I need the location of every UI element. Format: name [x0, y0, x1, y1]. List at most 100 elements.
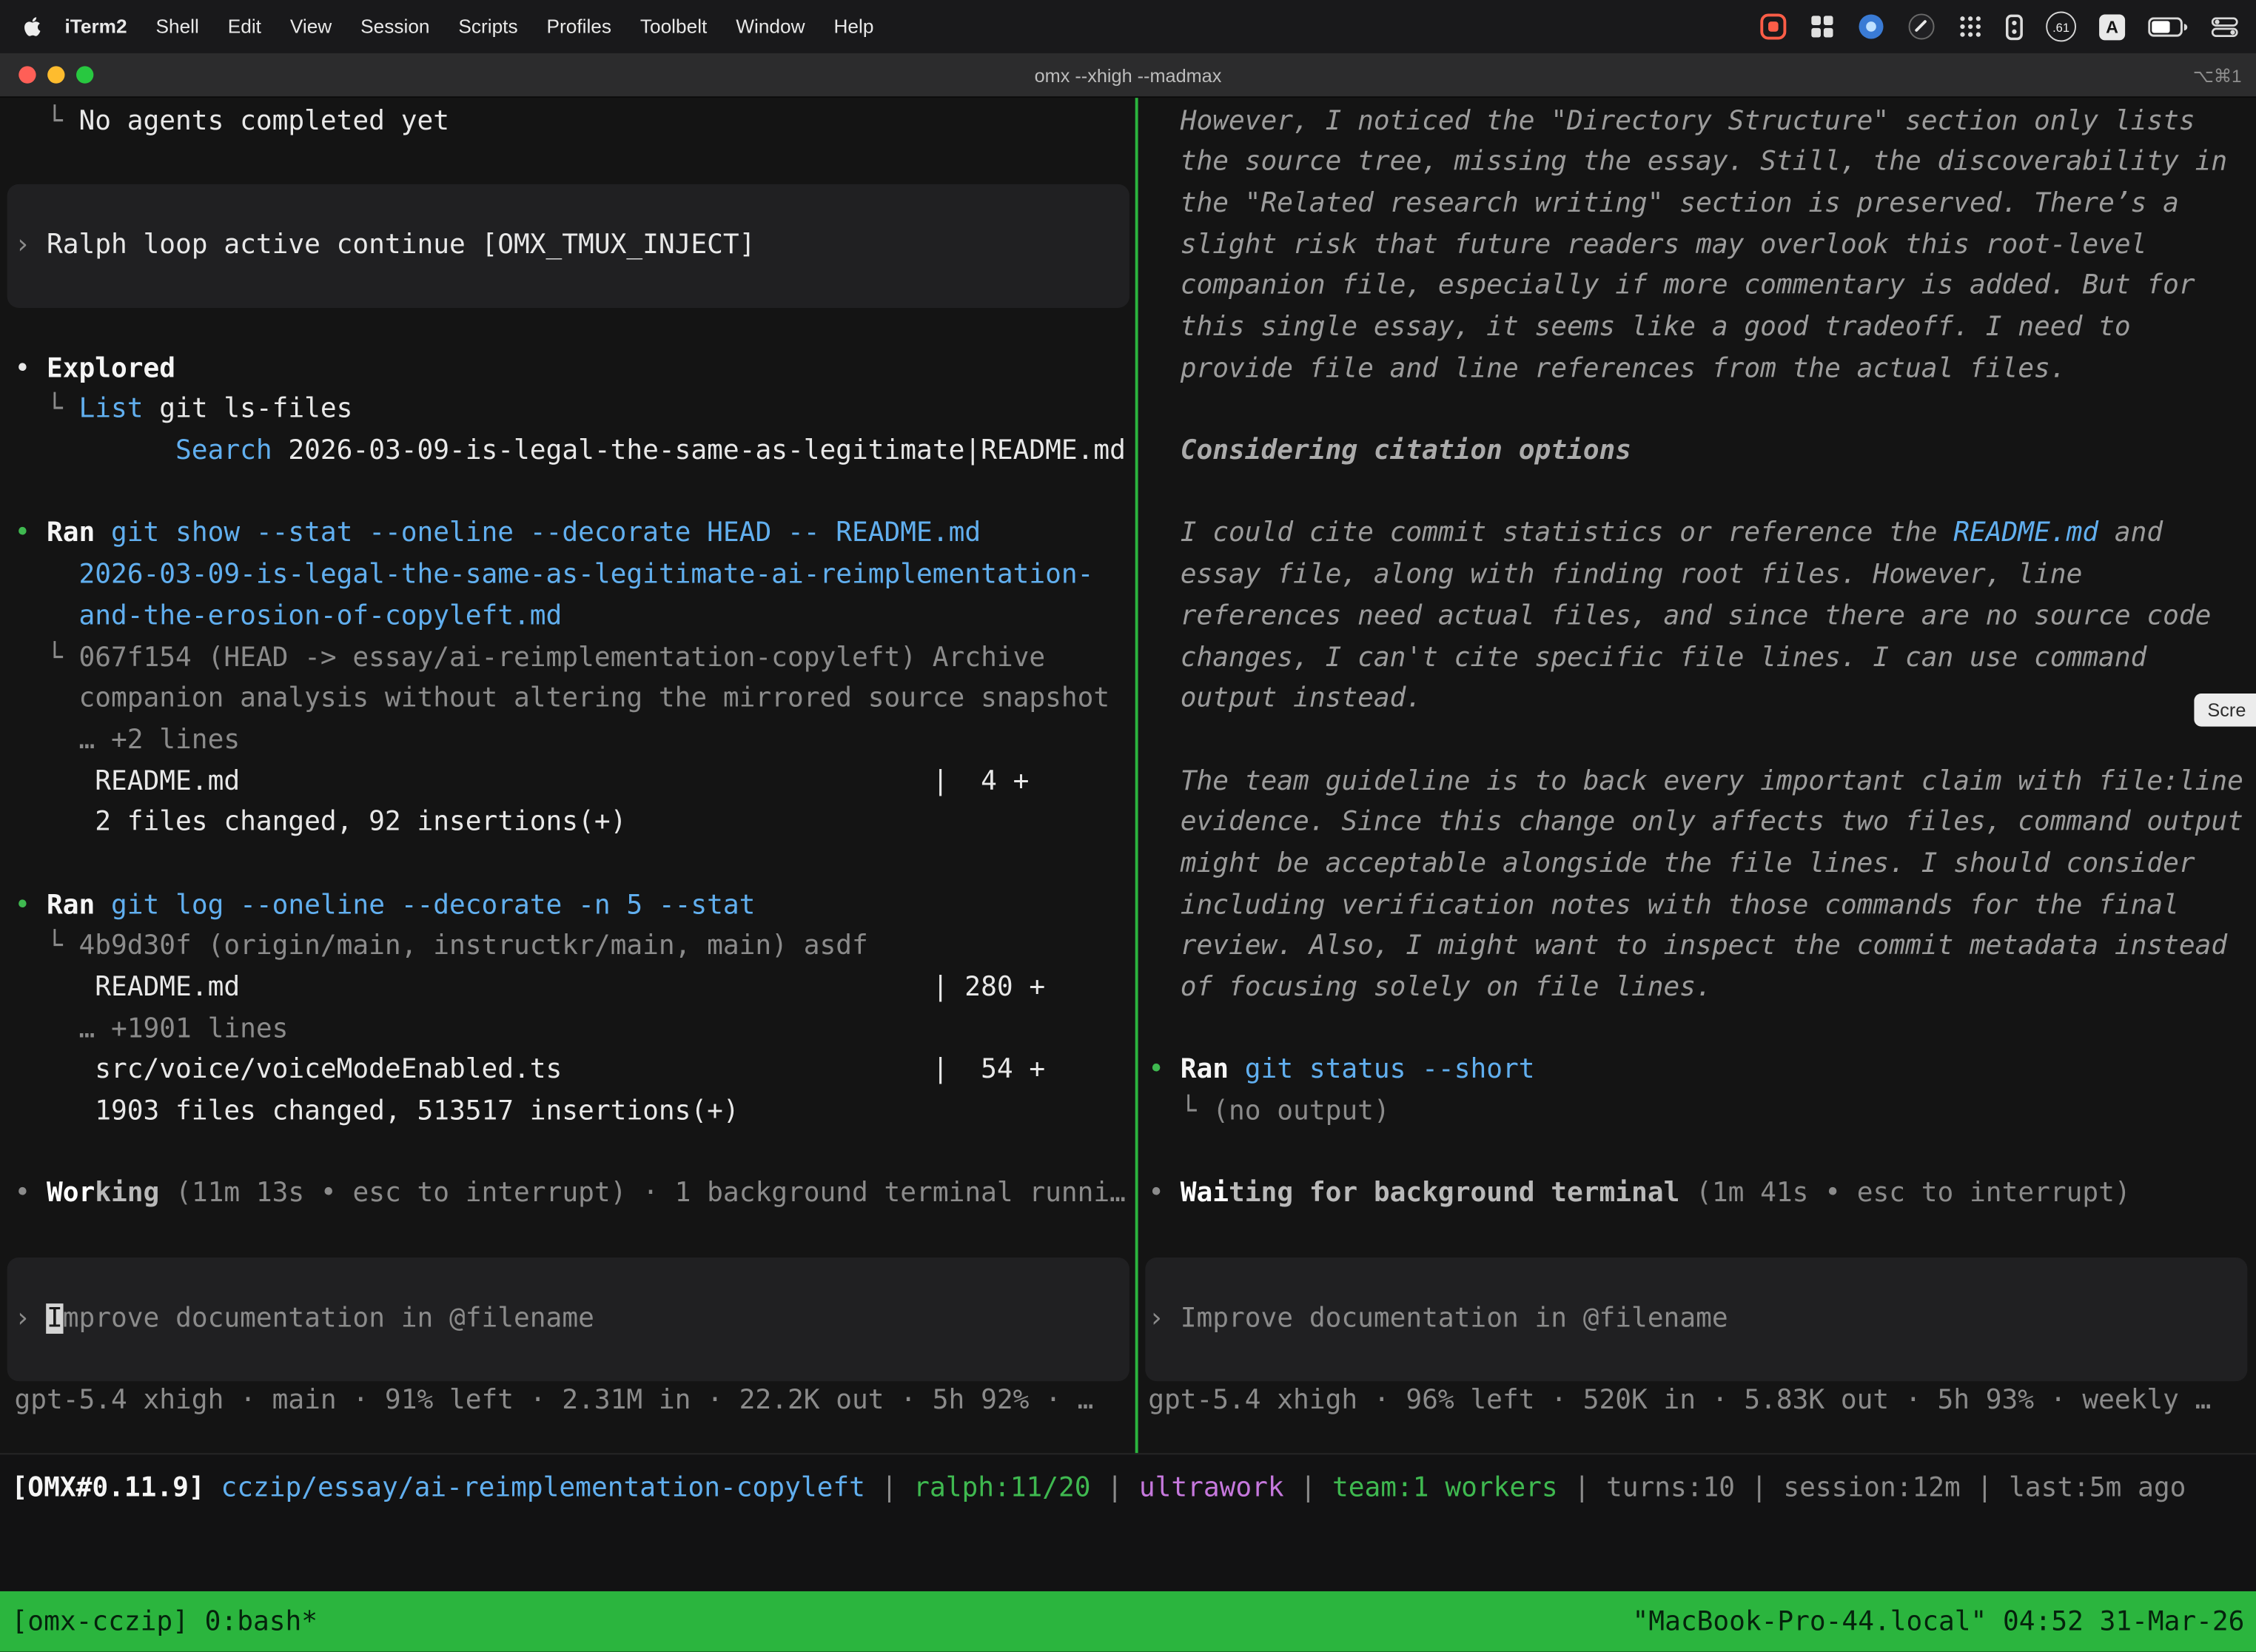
terminal-line: the "Related research writing" section i…: [1148, 184, 2256, 226]
terminal-line: └ 067f154 (HEAD -> essay/ai-reimplementa…: [14, 638, 1136, 679]
input-source-label: A: [2106, 16, 2118, 36]
terminal-line: output instead.: [1148, 679, 2256, 721]
terminal-line: [14, 473, 1136, 514]
macos-menubar: iTerm2 Shell Edit View Session Scripts P…: [0, 0, 2256, 53]
terminal-line: … +2 lines: [14, 721, 1136, 762]
menu-item-scripts[interactable]: Scripts: [444, 16, 532, 37]
tmux-host-clock-label: "MacBook-Pro-44.local" 04:52 31-Mar-26: [1633, 1606, 2245, 1636]
window-titlebar: omx --xhigh --madmax ⌥⌘1: [0, 53, 2256, 98]
terminal-line: └ List git ls-files: [14, 391, 1136, 432]
terminal-pane-right[interactable]: However, I noticed the "Directory Struct…: [1140, 98, 2256, 1453]
terminal-line: Considering citation options: [1148, 432, 2256, 473]
terminal-line: and-the-erosion-of-copyleft.md: [14, 597, 1136, 638]
terminal-line: provide file and line references from th…: [1148, 349, 2256, 391]
terminal-line: 1903 files changed, 513517 insertions(+): [14, 1092, 1136, 1134]
screen: iTerm2 Shell Edit View Session Scripts P…: [0, 0, 2256, 1652]
terminal-pane-left[interactable]: └ No agents completed yet › Ralph loop ac…: [0, 98, 1137, 1453]
terminal-line: … +1901 lines: [14, 1010, 1136, 1051]
terminal-line: [14, 1133, 1136, 1175]
terminal-line: › Improve documentation in @filename: [1148, 1298, 2256, 1340]
terminal-line: 2026-03-09-is-legal-the-same-as-legitima…: [14, 556, 1136, 597]
terminal-line: including verification notes with those …: [1148, 886, 2256, 927]
terminal-line: review. Also, I might want to inspect th…: [1148, 927, 2256, 969]
gauge-label: .61: [2052, 19, 2069, 33]
input-source-icon[interactable]: A: [2099, 13, 2125, 39]
tmux-session-window-label[interactable]: [omx-cczip] 0:bash*: [12, 1606, 318, 1636]
terminal-line: [14, 184, 1136, 226]
dots-grid-icon[interactable]: [1958, 14, 1983, 38]
gauge-icon[interactable]: .61: [2046, 12, 2076, 42]
menu-item-view[interactable]: View: [275, 16, 346, 37]
terminal-line: essay file, along with finding root file…: [1148, 556, 2256, 597]
terminal-line: └ 4b9d30f (origin/main, instructkr/main,…: [14, 927, 1136, 969]
terminal-line: evidence. Since this change only affects…: [1148, 803, 2256, 845]
terminal-line: [14, 1258, 1136, 1299]
menu-item-shell[interactable]: Shell: [141, 16, 213, 37]
terminal-line: • Explored: [14, 349, 1136, 391]
screen-edge-tooltip: Scre: [2195, 694, 2256, 727]
terminal-line: └ No agents completed yet: [14, 101, 1136, 143]
screen-recording-icon[interactable]: [1759, 13, 1787, 40]
terminal-line: the source tree, missing the essay. Stil…: [1148, 143, 2256, 184]
terminal-line: [14, 1340, 1136, 1381]
terminal-line: [1148, 473, 2256, 514]
terminal-line: gpt-5.4 xhigh · main · 91% left · 2.31M …: [14, 1381, 1136, 1423]
terminal-line: companion file, especially if more comme…: [1148, 266, 2256, 308]
terminal-line: [1148, 1340, 2256, 1381]
omx-status-area: [OMX#0.11.9] cczip/essay/ai-reimplementa…: [0, 1453, 2256, 1591]
terminal-line: However, I noticed the "Directory Struct…: [1148, 101, 2256, 143]
terminal-line: The team guideline is to back every impo…: [1148, 762, 2256, 803]
tmux-status-bar: [omx-cczip] 0:bash* "MacBook-Pro-44.loca…: [0, 1591, 2256, 1652]
apple-menu-icon[interactable]: [23, 16, 41, 37]
dark-app-icon[interactable]: [1908, 13, 1936, 40]
terminal-line: of focusing solely on file lines.: [1148, 968, 2256, 1010]
terminal-line: README.md | 4 +: [14, 762, 1136, 803]
terminal-line: [1148, 391, 2256, 432]
terminal-line: slight risk that future readers may over…: [1148, 226, 2256, 267]
terminal-line: • Ran git status --short: [1148, 1051, 2256, 1092]
terminal-line: • Waiting for background terminal (1m 41…: [1148, 1175, 2256, 1216]
terminal-line: [14, 1216, 1136, 1258]
menubar-status-icons: .61 A: [1759, 12, 2238, 42]
menu-item-session[interactable]: Session: [346, 16, 444, 37]
terminal-line: Search 2026-03-09-is-legal-the-same-as-l…: [14, 432, 1136, 473]
terminal-line: [14, 266, 1136, 308]
menu-item-profiles[interactable]: Profiles: [532, 16, 625, 37]
terminal-line: [1148, 1258, 2256, 1299]
terminal-line: [14, 308, 1136, 349]
terminal-line: companion analysis without altering the …: [14, 679, 1136, 721]
terminal-line: └ (no output): [1148, 1092, 2256, 1134]
terminal-line: • Ran git show --stat --oneline --decora…: [14, 514, 1136, 556]
terminal-line: • Working (11m 13s • esc to interrupt) ·…: [14, 1175, 1136, 1216]
terminal-line: README.md | 280 +: [14, 968, 1136, 1010]
terminal-line: changes, I can't cite specific file line…: [1148, 638, 2256, 679]
terminal-line: gpt-5.4 xhigh · 96% left · 520K in · 5.8…: [1148, 1381, 2256, 1423]
menu-item-toolbelt[interactable]: Toolbelt: [625, 16, 721, 37]
control-center-icon[interactable]: [2212, 16, 2239, 36]
menu-item-iterm2[interactable]: iTerm2: [50, 16, 141, 37]
terminal-line: references need actual files, and since …: [1148, 597, 2256, 638]
terminal-line: [1148, 721, 2256, 762]
window-shortcut-badge: ⌥⌘1: [2193, 53, 2242, 96]
terminal-line: this single essay, it seems like a good …: [1148, 308, 2256, 349]
terminal-line: [1148, 1133, 2256, 1175]
menu-item-edit[interactable]: Edit: [213, 16, 275, 37]
window-grid-icon[interactable]: [1810, 14, 1834, 38]
window-title: omx --xhigh --madmax: [0, 53, 2256, 96]
terminal-line: › Ralph loop active continue [OMX_TMUX_I…: [14, 226, 1136, 267]
menu-item-window[interactable]: Window: [722, 16, 819, 37]
blue-app-icon[interactable]: [1858, 13, 1885, 40]
terminal-line: › Improve documentation in @filename: [14, 1298, 1136, 1340]
terminal-line: [OMX#0.11.9] cczip/essay/ai-reimplementa…: [12, 1469, 2256, 1511]
slim-app-icon[interactable]: [2006, 13, 2023, 39]
terminal-line: 2 files changed, 92 insertions(+): [14, 803, 1136, 845]
battery-icon[interactable]: [2148, 16, 2188, 36]
terminal-line: [1148, 1216, 2256, 1258]
menu-item-help[interactable]: Help: [819, 16, 888, 37]
terminal-line: [14, 143, 1136, 184]
terminal-line: • Ran git log --oneline --decorate -n 5 …: [14, 886, 1136, 927]
terminal-output-left: └ No agents completed yet › Ralph loop ac…: [0, 98, 1137, 1423]
terminal-line: [1148, 1010, 2256, 1051]
terminal-line: I could cite commit statistics or refere…: [1148, 514, 2256, 556]
terminal-output-right: However, I noticed the "Directory Struct…: [1140, 98, 2256, 1423]
